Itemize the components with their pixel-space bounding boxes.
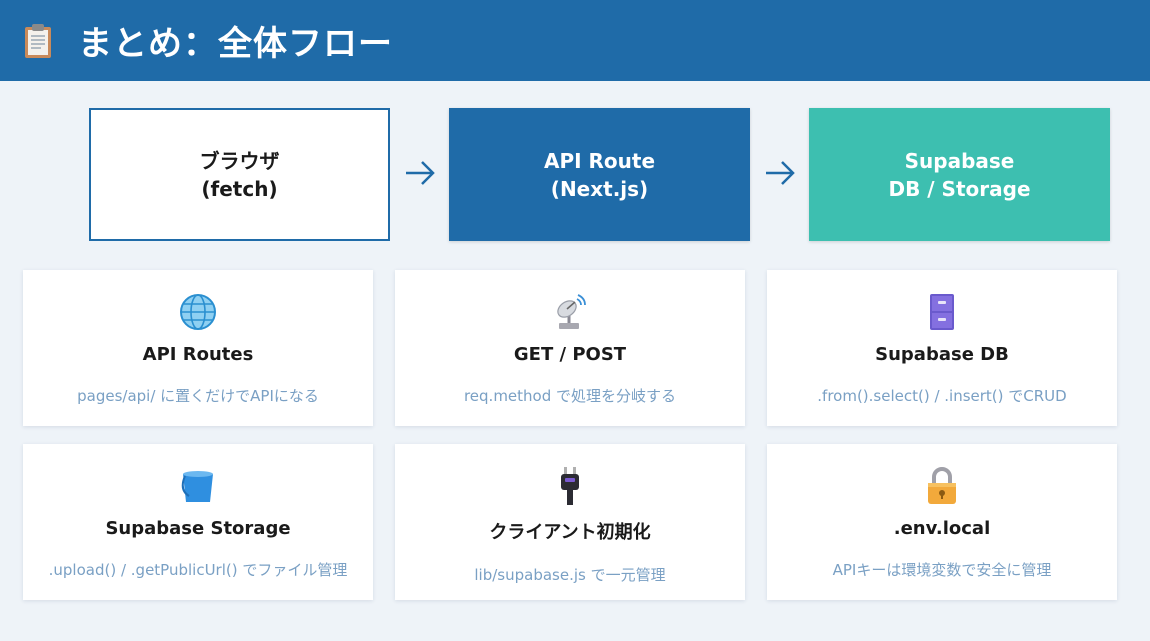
flow-box-sublabel: (Next.js): [550, 176, 649, 201]
card-description: req.method で処理を分岐する: [463, 387, 677, 405]
card-title: .env.local: [893, 518, 991, 539]
arrow-right-icon: [766, 161, 795, 185]
card-description: .upload() / .getPublicUrl() でファイル管理: [48, 561, 348, 579]
flow-box-label: API Route: [543, 148, 656, 173]
satellite-antenna-icon: [550, 292, 590, 332]
file-cabinet-icon: [922, 292, 962, 332]
header-bar: まとめ：全体フロー: [0, 0, 1150, 81]
flow-box-supabase: Supabase DB / Storage: [809, 108, 1110, 241]
card-api-routes: API Routes pages/api/ に置くだけでAPIになる: [23, 270, 373, 426]
flow-box-api-route: API Route (Next.js): [449, 108, 750, 241]
globe-icon: [178, 292, 218, 332]
electric-plug-icon: [550, 466, 590, 506]
card-env-local: .env.local APIキーは環境変数で安全に管理: [767, 444, 1117, 600]
card-title: クライアント初期化: [489, 522, 651, 543]
card-title: Supabase Storage: [105, 518, 291, 539]
lock-icon: [922, 466, 962, 506]
flow-box-label: ブラウザ: [199, 148, 280, 173]
card-title: API Routes: [142, 344, 254, 365]
flow-box-sublabel: (fetch): [201, 176, 278, 201]
flow-box-browser: ブラウザ (fetch): [89, 108, 390, 241]
card-supabase-db: Supabase DB .from().select() / .insert()…: [767, 270, 1117, 426]
page-title: まとめ：全体フロー: [78, 24, 393, 64]
card-description: APIキーは環境変数で安全に管理: [832, 561, 1052, 579]
card-get-post: GET / POST req.method で処理を分岐する: [395, 270, 745, 426]
card-description: pages/api/ に置くだけでAPIになる: [77, 387, 319, 405]
arrow-right-icon: [406, 161, 435, 185]
card-title: Supabase DB: [875, 344, 1009, 365]
clipboard-icon: [20, 21, 56, 61]
card-description: .from().select() / .insert() でCRUD: [817, 387, 1067, 405]
bucket-icon: [178, 466, 218, 506]
card-title: GET / POST: [513, 344, 627, 365]
flow-box-sublabel: DB / Storage: [888, 176, 1031, 201]
card-client-init: クライアント初期化 lib/supabase.js で一元管理: [395, 444, 745, 600]
card-supabase-storage: Supabase Storage .upload() / .getPublicU…: [23, 444, 373, 600]
flow-box-label: Supabase: [904, 148, 1015, 173]
card-description: lib/supabase.js で一元管理: [474, 566, 666, 584]
